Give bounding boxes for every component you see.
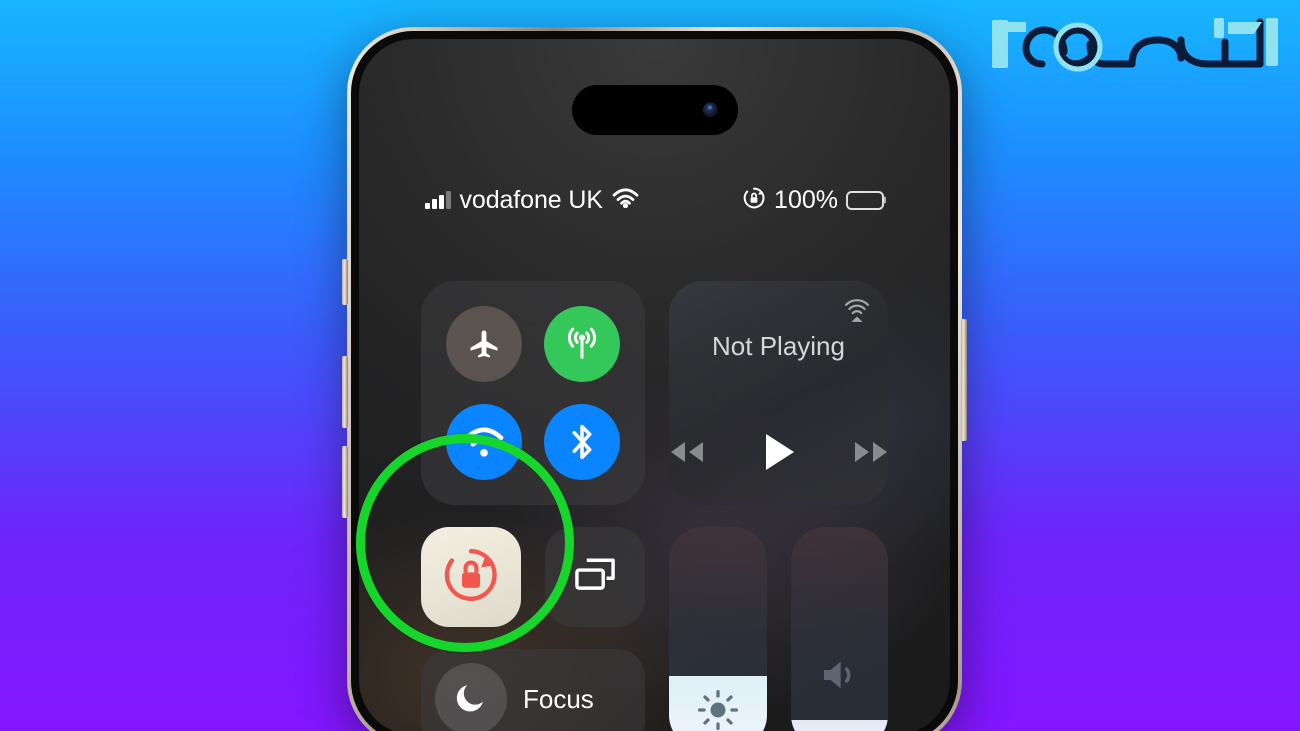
volume-fill xyxy=(790,720,888,731)
bluetooth-toggle[interactable] xyxy=(544,404,620,480)
power-button[interactable] xyxy=(961,319,967,441)
media-controls xyxy=(669,432,888,477)
status-bar: vodafone UK 100% xyxy=(359,183,950,217)
now-playing-status: Not Playing xyxy=(712,331,845,361)
airplay-icon[interactable] xyxy=(842,295,872,330)
sun-icon xyxy=(669,687,767,731)
focus-button[interactable]: Focus xyxy=(421,649,645,731)
rewind-button[interactable] xyxy=(668,439,706,470)
front-camera-icon xyxy=(702,102,718,118)
cellular-data-toggle[interactable] xyxy=(544,306,620,382)
volume-down-button[interactable] xyxy=(342,446,348,518)
airplane-icon xyxy=(466,326,502,362)
dynamic-island xyxy=(571,85,738,135)
battery-percent-label: 100% xyxy=(774,185,838,214)
battery-icon xyxy=(846,190,884,210)
focus-label: Focus xyxy=(523,683,594,714)
focus-icon-circle xyxy=(435,663,507,731)
status-bar-left: vodafone UK xyxy=(425,186,639,215)
bluetooth-icon xyxy=(565,422,599,462)
site-logo xyxy=(982,6,1282,86)
highlight-ring-rotation-lock xyxy=(356,434,574,652)
cellular-antenna-icon xyxy=(562,324,602,364)
fast-forward-button[interactable] xyxy=(852,439,890,470)
brightness-slider[interactable] xyxy=(669,527,767,731)
airplane-mode-toggle[interactable] xyxy=(446,306,522,382)
cellular-signal-icon xyxy=(425,191,451,209)
speaker-icon xyxy=(791,655,889,695)
carrier-label: vodafone UK xyxy=(459,185,604,214)
action-button[interactable] xyxy=(342,259,348,305)
screen-mirroring-icon xyxy=(572,555,618,600)
status-bar-right: 100% xyxy=(742,186,884,215)
play-button[interactable] xyxy=(762,432,796,477)
wifi-icon xyxy=(612,187,639,213)
volume-up-button[interactable] xyxy=(342,356,348,428)
rotation-lock-icon xyxy=(742,186,766,215)
crescent-moon-icon xyxy=(454,680,488,719)
media-playback-module: Not Playing xyxy=(669,281,888,505)
volume-slider[interactable] xyxy=(790,527,889,731)
